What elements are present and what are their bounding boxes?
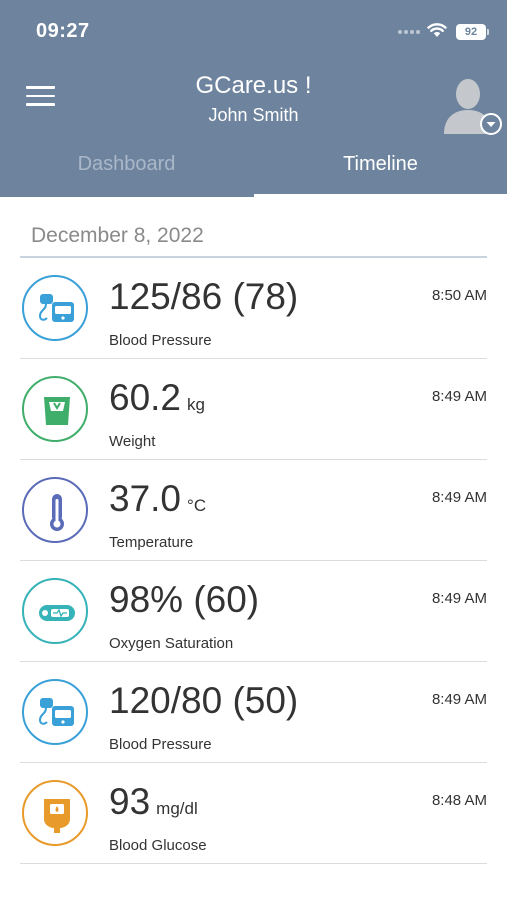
timeline-date-header: December 8, 2022 [31,224,204,247]
timeline-entry[interactable]: 37.0 °C Temperature 8:49 AM [20,460,487,561]
reading-time: 8:48 AM [431,792,487,809]
timeline-entry[interactable]: 125/86 (78) Blood Pressure 8:50 AM [20,258,487,359]
reading-value: 125/86 (78) [109,276,299,317]
reading-value: 60.2 [109,377,182,418]
reading-time: 8:49 AM [431,388,487,405]
battery-tip [487,29,489,35]
timeline-entry[interactable]: 60.2 kg Weight 8:49 AM [20,359,487,460]
reading-label: Temperature [109,534,194,551]
reading-unit: °C [187,496,207,515]
wifi-icon [427,23,447,37]
timeline-entry[interactable]: 93 mg/dl Blood Glucose 8:48 AM [20,763,487,864]
timeline-list: 125/86 (78) Blood Pressure 8:50 AM 60.2 k… [20,258,487,864]
timeline-entry[interactable]: 98% (60) Oxygen Saturation 8:49 AM [20,561,487,662]
chevron-down-icon[interactable] [480,113,502,135]
reading-time: 8:50 AM [431,287,487,304]
reading-time: 8:49 AM [431,489,487,506]
reading-value: 120/80 (50) [109,680,299,721]
tab-timeline[interactable]: Timeline [254,150,507,197]
reading-value: 93 [109,781,151,822]
reading-unit: mg/dl [156,799,198,818]
tab-dashboard[interactable]: Dashboard [0,150,253,197]
reading-label: Oxygen Saturation [109,635,234,652]
user-name: John Smith [208,105,299,125]
reading-value: 37.0 [109,478,182,519]
blood-pressure-icon [22,275,88,341]
reading-label: Blood Pressure [109,332,212,349]
reading-unit: kg [187,395,205,414]
battery-icon: 92 [456,24,486,40]
reading-time: 8:49 AM [431,590,487,607]
weight-scale-icon [22,376,88,442]
timeline-entry[interactable]: 120/80 (50) Blood Pressure 8:49 AM [20,662,487,763]
cellular-signal-icon [398,30,424,36]
pulse-oximeter-icon [22,578,88,644]
reading-time: 8:49 AM [431,691,487,708]
blood-pressure-icon [22,679,88,745]
active-tab-indicator [254,194,507,197]
status-time: 09:27 [36,20,90,42]
glucometer-icon [22,780,88,846]
reading-value: 98% (60) [109,579,260,620]
reading-label: Blood Pressure [109,736,212,753]
thermometer-icon [22,477,88,543]
reading-label: Weight [109,433,156,450]
app-header: 09:27 92 GCare.us ! John Smith Dashboard… [0,0,507,197]
app-title: GCare.us ! [195,72,312,99]
status-bar: 09:27 92 [0,0,507,60]
reading-label: Blood Glucose [109,837,207,854]
